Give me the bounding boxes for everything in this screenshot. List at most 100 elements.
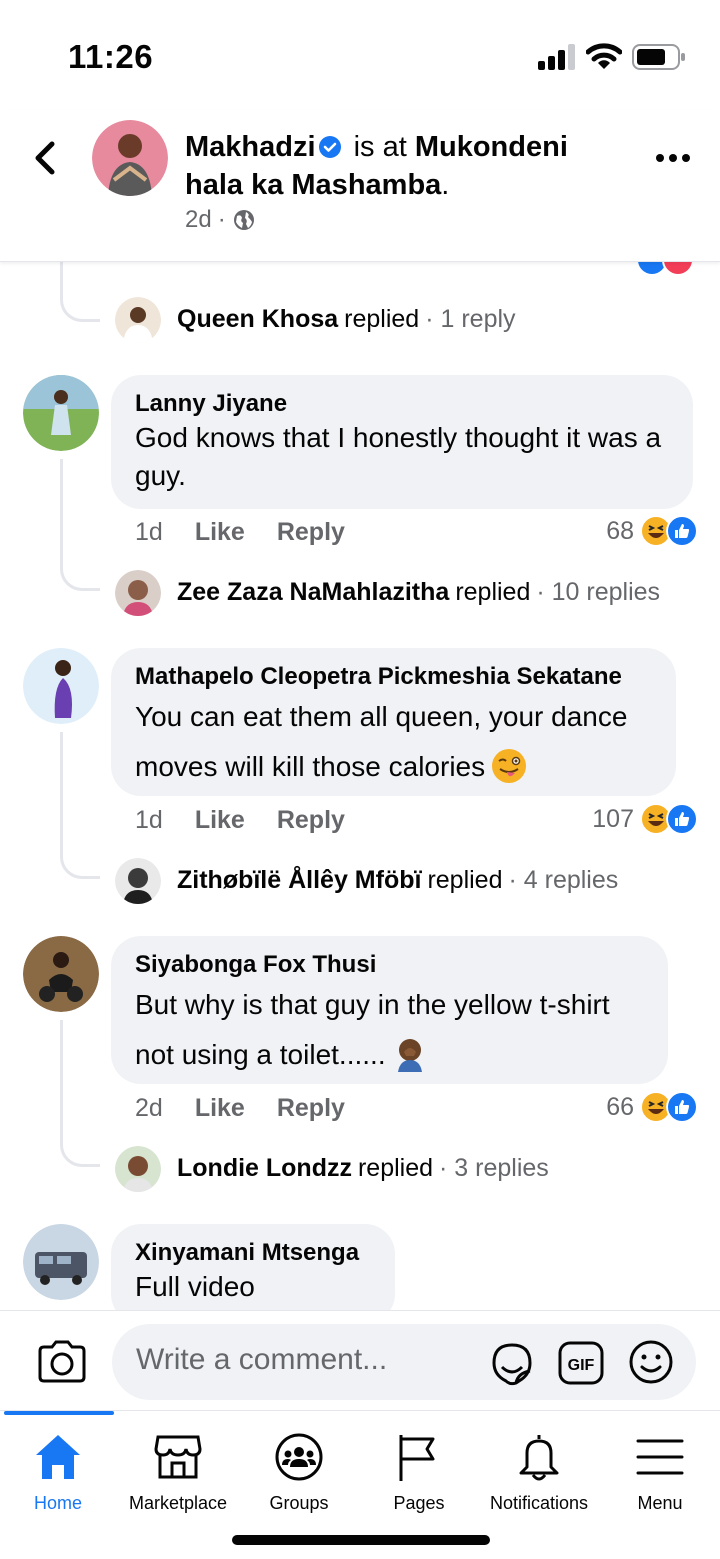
comment-time: 1d [135, 518, 163, 546]
reaction-count: 68 [606, 516, 634, 545]
author-avatar[interactable] [92, 120, 168, 196]
pages-flag-icon [399, 1435, 435, 1481]
sticker-icon[interactable] [488, 1339, 536, 1387]
reaction-summary[interactable]: 107 [592, 803, 698, 835]
nav-label: Marketplace [128, 1493, 228, 1513]
emoji-icon[interactable] [628, 1339, 674, 1385]
nav-notifications[interactable]: Notifications [479, 1425, 599, 1525]
like-button[interactable]: Like [195, 518, 245, 547]
bell-icon [519, 1435, 559, 1481]
post-author-line: Makhadzi is at Mukondeni hala ka Mashamb… [185, 128, 605, 204]
commenter-name[interactable]: Lanny Jiyane [135, 389, 669, 419]
wifi-icon [586, 43, 622, 69]
thread-connector [60, 559, 100, 591]
replier-name: Zee Zaza NaMahlazitha [177, 578, 450, 606]
gif-icon[interactable]: GIF [558, 1341, 604, 1385]
thread-connector [60, 262, 100, 322]
comment-actions: 2d Like Reply [135, 1094, 345, 1123]
reply-count: · 3 replies [439, 1154, 549, 1182]
comment-time: 1d [135, 806, 163, 834]
nav-marketplace[interactable]: Marketplace [118, 1425, 238, 1525]
commenter-name[interactable]: Mathapelo Cleopetra Pickmeshia Sekatane [135, 662, 652, 692]
commenter-avatar[interactable] [23, 1224, 99, 1300]
replied-text: replied [455, 578, 531, 606]
replied-text: replied [357, 1154, 434, 1182]
author-name[interactable]: Makhadzi [185, 131, 316, 163]
reply-summary[interactable]: Queen Khosa replied · 1 reply [177, 305, 516, 334]
comment-composer: Write a comment... GIF [0, 1310, 720, 1410]
comment-bubble[interactable]: Mathapelo Cleopetra Pickmeshia Sekatane … [111, 648, 676, 796]
post-meta: 2d · [185, 206, 256, 234]
globe-icon [233, 210, 254, 230]
nav-menu[interactable]: Menu [600, 1425, 720, 1525]
active-tab-indicator [4, 1411, 114, 1415]
reply-avatar[interactable] [115, 858, 161, 904]
comment-actions: 1d Like Reply [135, 518, 345, 547]
nav-pages[interactable]: Pages [359, 1425, 479, 1525]
like-button[interactable]: Like [195, 806, 245, 835]
camera-icon[interactable] [36, 1339, 88, 1383]
comment-bubble[interactable]: Lanny Jiyane God knows that I honestly t… [111, 375, 693, 509]
reply-avatar[interactable] [115, 1146, 161, 1192]
replier-name: Zithøbïlë Ållêy Mföbï [177, 866, 422, 894]
reply-summary[interactable]: Londie Londzz replied · 3 replies [177, 1154, 549, 1183]
home-indicator [232, 1535, 490, 1545]
nav-label: Notifications [489, 1493, 589, 1513]
hamburger-menu-icon [636, 1439, 684, 1475]
reply-summary[interactable]: Zee Zaza NaMahlazitha replied · 10 repli… [177, 578, 660, 607]
like-reaction-icon [666, 803, 698, 835]
reaction-count: 66 [606, 1092, 634, 1121]
back-button[interactable] [28, 138, 64, 178]
cellular-signal-icon [538, 44, 575, 70]
commenter-name[interactable]: Siyabonga Fox Thusi [135, 950, 644, 980]
commenter-avatar[interactable] [23, 936, 99, 1012]
comment-actions: 1d Like Reply [135, 806, 345, 835]
winking-tongue-emoji-icon [492, 749, 527, 783]
reply-avatar[interactable] [115, 570, 161, 616]
like-reaction-icon [666, 1091, 698, 1123]
thread-line [60, 459, 63, 559]
commenter-avatar[interactable] [23, 648, 99, 724]
marketplace-icon [154, 1435, 202, 1479]
status-bar: 11:26 [0, 0, 720, 110]
reply-count: · 1 reply [425, 305, 516, 333]
comment-bubble[interactable]: Siyabonga Fox Thusi But why is that guy … [111, 936, 668, 1084]
reaction-count: 107 [592, 804, 634, 833]
reply-button[interactable]: Reply [277, 806, 345, 835]
reaction-summary[interactable]: 66 [606, 1091, 698, 1123]
commenter-avatar[interactable] [23, 375, 99, 451]
nav-home[interactable]: Home [0, 1425, 118, 1525]
comment-text: Full video [135, 1271, 255, 1302]
thread-line [60, 732, 63, 847]
comment-text-content: But why is that guy in the yellow t-shir… [135, 989, 610, 1070]
more-options-icon[interactable] [655, 146, 691, 170]
comments-list[interactable]: Queen Khosa replied · 1 reply Lanny Jiya… [0, 262, 720, 1310]
reply-avatar[interactable] [115, 297, 161, 343]
comment-bubble[interactable]: Xinyamani Mtsenga Full video [111, 1224, 395, 1310]
like-button[interactable]: Like [195, 1094, 245, 1123]
thread-connector [60, 1135, 100, 1167]
comment-text: But why is that guy in the yellow t-shir… [135, 980, 644, 1080]
nav-label: Pages [393, 1493, 445, 1513]
comment-text: You can eat them all queen, your dance m… [135, 692, 652, 792]
reply-summary[interactable]: Zithøbïlë Ållêy Mföbï replied · 4 replie… [177, 866, 618, 895]
comment-placeholder: Write a comment... [136, 1343, 388, 1376]
post-time: 2d [185, 206, 212, 233]
status-time: 11:26 [68, 38, 154, 75]
nav-groups[interactable]: Groups [239, 1425, 359, 1525]
battery-icon [632, 44, 685, 70]
thread-connector [60, 847, 100, 879]
replier-name: Queen Khosa [177, 305, 339, 333]
svg-text:GIF: GIF [568, 1357, 595, 1374]
reply-count: · 4 replies [508, 866, 619, 894]
reply-button[interactable]: Reply [277, 518, 345, 547]
replier-name: Londie Londzz [177, 1154, 352, 1182]
reaction-summary[interactable]: 68 [606, 515, 698, 547]
commenter-name[interactable]: Xinyamani Mtsenga [135, 1238, 371, 1268]
replied-text: replied [427, 866, 503, 894]
post-header: Makhadzi is at Mukondeni hala ka Mashamb… [0, 110, 720, 262]
bottom-navigation: Home Marketplace Groups Pages Notificati… [0, 1410, 720, 1559]
reply-button[interactable]: Reply [277, 1094, 345, 1123]
verified-badge-icon [318, 136, 341, 158]
nav-label: Home [33, 1493, 82, 1513]
